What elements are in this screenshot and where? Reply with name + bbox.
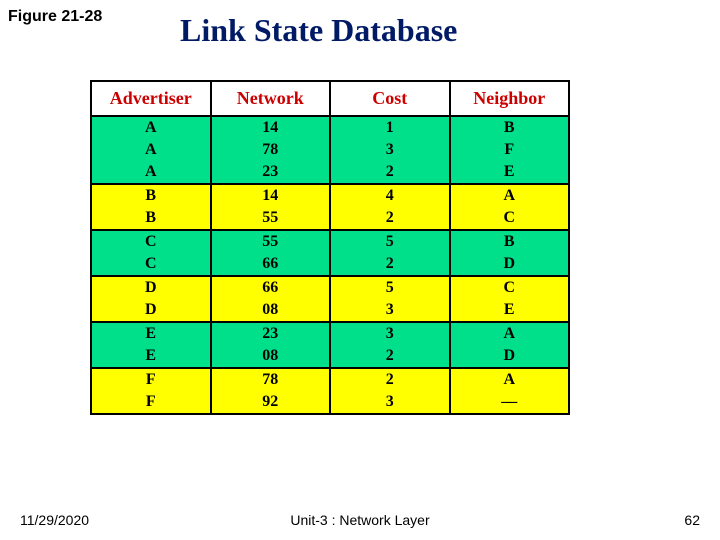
link-state-table-container: Advertiser Network Cost Neighbor A141BA7… — [90, 80, 570, 415]
table-group: A141BA783FA232E — [91, 116, 569, 184]
cell-network: 55 — [211, 207, 331, 230]
cell-network: 66 — [211, 276, 331, 299]
cell-network: 23 — [211, 161, 331, 184]
footer-center: Unit-3 : Network Layer — [0, 512, 720, 528]
cell-cost: 2 — [330, 161, 450, 184]
col-cost: Cost — [330, 81, 450, 116]
cell-neighbor: A — [450, 184, 570, 207]
cell-advertiser: E — [91, 345, 211, 368]
cell-network: 08 — [211, 345, 331, 368]
table-row: B144A — [91, 184, 569, 207]
cell-network: 92 — [211, 391, 331, 414]
cell-cost: 3 — [330, 322, 450, 345]
cell-network: 08 — [211, 299, 331, 322]
cell-network: 78 — [211, 368, 331, 391]
table-group: F782AF923— — [91, 368, 569, 414]
cell-advertiser: D — [91, 299, 211, 322]
cell-neighbor: B — [450, 116, 570, 139]
cell-network: 78 — [211, 139, 331, 161]
cell-cost: 2 — [330, 345, 450, 368]
cell-cost: 2 — [330, 368, 450, 391]
cell-advertiser: B — [91, 207, 211, 230]
table-row: A141B — [91, 116, 569, 139]
cell-neighbor: E — [450, 161, 570, 184]
table-group: B144AB552C — [91, 184, 569, 230]
table-group: D665CD083E — [91, 276, 569, 322]
cell-network: 14 — [211, 184, 331, 207]
cell-neighbor: — — [450, 391, 570, 414]
cell-cost: 5 — [330, 276, 450, 299]
table-row: E082D — [91, 345, 569, 368]
cell-network: 55 — [211, 230, 331, 253]
cell-network: 23 — [211, 322, 331, 345]
cell-neighbor: C — [450, 276, 570, 299]
table-row: C662D — [91, 253, 569, 276]
page-title: Link State Database — [180, 12, 457, 49]
table-row: F782A — [91, 368, 569, 391]
cell-cost: 3 — [330, 299, 450, 322]
cell-neighbor: A — [450, 322, 570, 345]
cell-neighbor: A — [450, 368, 570, 391]
cell-cost: 5 — [330, 230, 450, 253]
table-header-row: Advertiser Network Cost Neighbor — [91, 81, 569, 116]
cell-cost: 1 — [330, 116, 450, 139]
cell-network: 66 — [211, 253, 331, 276]
table-row: B552C — [91, 207, 569, 230]
cell-advertiser: F — [91, 391, 211, 414]
cell-advertiser: E — [91, 322, 211, 345]
cell-neighbor: E — [450, 299, 570, 322]
cell-cost: 4 — [330, 184, 450, 207]
table-group: C555BC662D — [91, 230, 569, 276]
table-group: E233AE082D — [91, 322, 569, 368]
col-neighbor: Neighbor — [450, 81, 570, 116]
footer-page: 62 — [684, 512, 700, 528]
cell-neighbor: B — [450, 230, 570, 253]
table-row: C555B — [91, 230, 569, 253]
cell-cost: 2 — [330, 253, 450, 276]
cell-advertiser: A — [91, 161, 211, 184]
cell-neighbor: C — [450, 207, 570, 230]
cell-cost: 3 — [330, 391, 450, 414]
cell-advertiser: C — [91, 230, 211, 253]
cell-advertiser: A — [91, 116, 211, 139]
table-row: A232E — [91, 161, 569, 184]
cell-cost: 2 — [330, 207, 450, 230]
table-row: E233A — [91, 322, 569, 345]
col-advertiser: Advertiser — [91, 81, 211, 116]
cell-advertiser: F — [91, 368, 211, 391]
cell-neighbor: D — [450, 253, 570, 276]
table-row: D665C — [91, 276, 569, 299]
cell-advertiser: B — [91, 184, 211, 207]
cell-cost: 3 — [330, 139, 450, 161]
cell-network: 14 — [211, 116, 331, 139]
link-state-table: Advertiser Network Cost Neighbor A141BA7… — [90, 80, 570, 415]
table-row: A783F — [91, 139, 569, 161]
cell-neighbor: F — [450, 139, 570, 161]
cell-advertiser: C — [91, 253, 211, 276]
table-row: D083E — [91, 299, 569, 322]
figure-label: Figure 21-28 — [8, 8, 102, 26]
table-row: F923— — [91, 391, 569, 414]
cell-advertiser: D — [91, 276, 211, 299]
cell-advertiser: A — [91, 139, 211, 161]
col-network: Network — [211, 81, 331, 116]
cell-neighbor: D — [450, 345, 570, 368]
